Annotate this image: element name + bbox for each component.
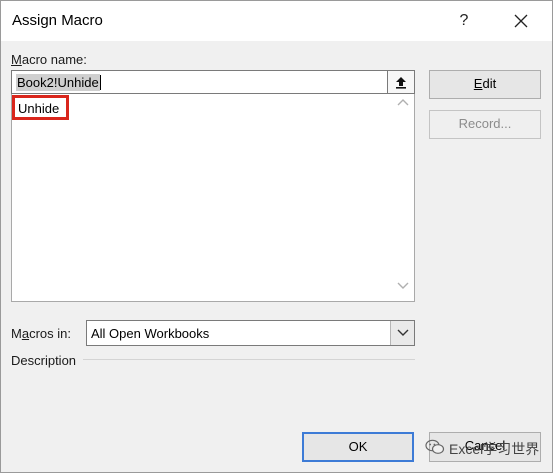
dialog-title: Assign Macro (12, 12, 103, 29)
description-label: Description (11, 353, 77, 368)
assign-macro-dialog: Assign Macro ? Macro name: Book2!Unhide … (0, 0, 553, 473)
macro-list[interactable]: Unhide (11, 94, 415, 302)
scroll-up-icon[interactable] (397, 98, 409, 106)
macros-in-select[interactable]: All Open Workbooks (86, 320, 415, 346)
dropdown-button[interactable] (390, 321, 414, 345)
upload-arrow-icon (396, 77, 406, 89)
collapse-button[interactable] (388, 70, 415, 94)
record-button[interactable]: Record... (429, 110, 541, 139)
close-icon (514, 14, 528, 28)
watermark: Excel学习世界 (425, 436, 553, 460)
text-caret (99, 75, 101, 90)
dropdown-arrow-icon (397, 329, 409, 336)
macro-name-input[interactable]: Book2!Unhide (11, 70, 388, 94)
title-bar: Assign Macro ? (1, 1, 552, 41)
macro-name-value: Book2!Unhide (16, 74, 100, 91)
list-item[interactable]: Unhide (12, 95, 69, 120)
macros-in-value: All Open Workbooks (91, 326, 210, 341)
macros-in-label: Macros in: (11, 326, 71, 341)
scroll-down-icon[interactable] (397, 282, 409, 290)
close-button[interactable] (508, 9, 534, 33)
edit-button[interactable]: Edit (429, 70, 541, 99)
description-divider (83, 359, 415, 360)
ok-button[interactable]: OK (302, 432, 414, 462)
macro-name-label: Macro name: (11, 52, 87, 67)
help-button[interactable]: ? (451, 9, 477, 33)
watermark-text: Excel学习世界 (449, 441, 540, 457)
wechat-icon (425, 439, 445, 454)
